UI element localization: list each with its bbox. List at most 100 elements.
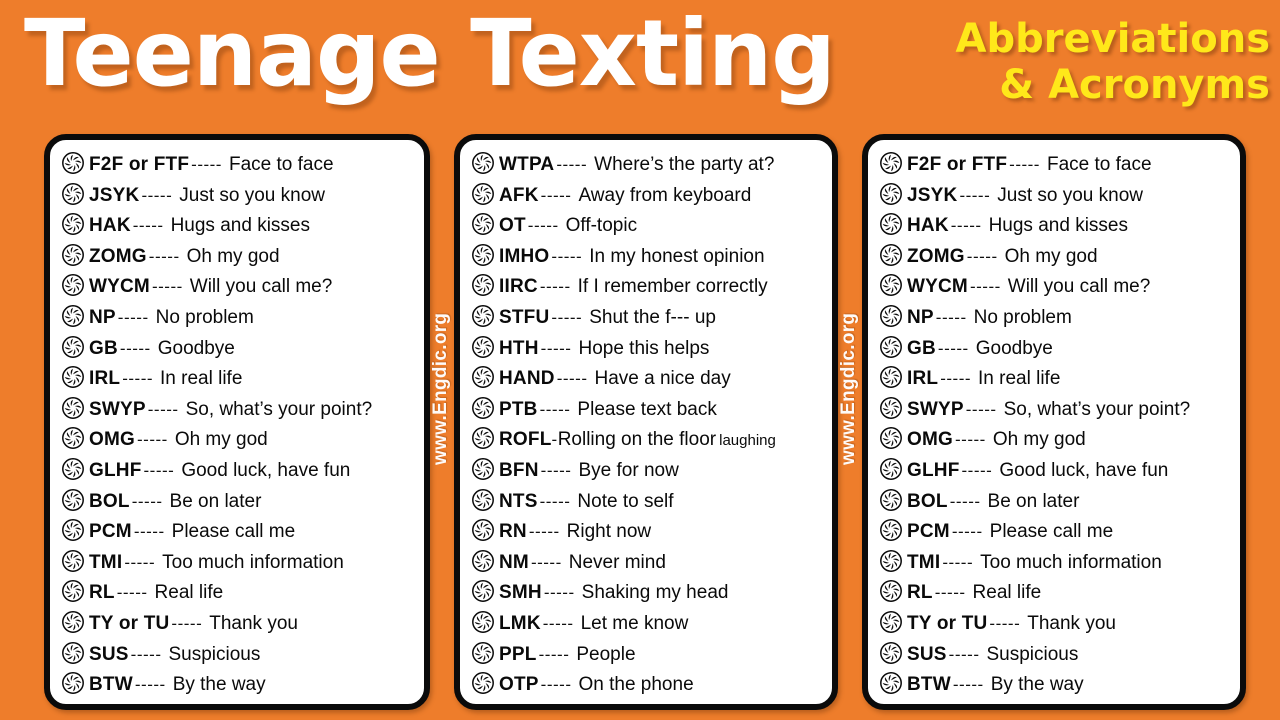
entry-meaning: Suspicious — [168, 643, 261, 665]
entry-separator: ----- — [540, 185, 572, 205]
entry-separator: ----- — [952, 675, 984, 695]
entry-separator: ----- — [116, 583, 148, 603]
entry-separator: ----- — [117, 307, 149, 327]
pinwheel-rosette-icon — [472, 549, 494, 572]
abbreviation-entry: TY or TU ----- Thank you — [880, 607, 1234, 638]
entry-abbreviation: OT — [499, 215, 526, 237]
entry-separator: ----- — [528, 522, 560, 542]
entry-separator: ----- — [143, 460, 175, 480]
entry-meaning: Be on later — [169, 490, 262, 512]
entry-abbreviation: OMG — [89, 429, 135, 451]
entry-meaning: So, what’s your point? — [185, 398, 373, 420]
entry-meaning: Too much information — [162, 551, 344, 573]
abbreviation-entry: PPL ----- People — [472, 638, 826, 669]
abbreviation-entry: ZOMG ----- Oh my god — [62, 240, 418, 271]
pinwheel-rosette-icon — [472, 396, 494, 419]
entry-abbreviation: BFN — [499, 459, 539, 481]
abbreviation-entry: AFK ----- Away from keyboard — [472, 179, 826, 210]
entry-abbreviation: JSYK — [89, 184, 140, 206]
entry-abbreviation: PPL — [499, 643, 537, 665]
entry-separator: ----- — [937, 338, 969, 358]
abbreviation-entry: JSYK ----- Just so you know — [880, 179, 1234, 210]
entry-separator: ----- — [556, 369, 588, 389]
pinwheel-rosette-icon — [472, 457, 494, 480]
pinwheel-rosette-icon — [472, 335, 494, 358]
entry-separator: ----- — [551, 307, 583, 327]
entry-meaning: In real life — [978, 368, 1061, 390]
abbreviation-entry: SUS ----- Suspicious — [880, 638, 1234, 669]
abbreviation-entry: NTS ----- Note to self — [472, 485, 826, 516]
entry-abbreviation: F2F or FTF — [89, 154, 190, 175]
entry-separator: ----- — [122, 369, 154, 389]
page-title: Teenage Texting — [24, 0, 836, 107]
entry-abbreviation: HTH — [499, 337, 539, 359]
entry-meaning: Hugs and kisses — [170, 215, 310, 237]
entry-meaning: Shut the f--- up — [589, 306, 716, 328]
entry-abbreviation: F2F or FTF — [907, 154, 1008, 175]
abbreviation-entry: IIRC ----- If I remember correctly — [472, 270, 826, 301]
entry-abbreviation: JSYK — [907, 184, 958, 206]
entry-abbreviation: STFU — [499, 306, 550, 328]
pinwheel-rosette-icon — [472, 213, 494, 236]
entry-abbreviation: PCM — [89, 521, 132, 543]
entry-separator: ----- — [540, 338, 572, 358]
entry-abbreviation: RL — [907, 582, 933, 604]
pinwheel-rosette-icon — [62, 274, 84, 297]
entry-meaning: Rolling on the floor — [557, 429, 717, 451]
abbreviation-columns: F2F or FTF ----- Face to face JSYK ----- Just… — [0, 134, 1280, 714]
abbreviation-entry: RL ----- Real life — [62, 576, 418, 607]
entry-abbreviation: NTS — [499, 490, 538, 512]
entry-abbreviation: SWYP — [89, 398, 146, 420]
abbreviation-entry: GLHF ----- Good luck, have fun — [880, 454, 1234, 485]
pinwheel-rosette-icon — [880, 243, 902, 266]
abbreviation-entry: BTW ----- By the way — [62, 668, 418, 699]
pinwheel-rosette-icon — [472, 610, 494, 633]
entry-abbreviation: BOL — [89, 490, 130, 512]
entry-meaning: Shaking my head — [581, 582, 729, 604]
entry-abbreviation: IIRC — [499, 276, 538, 298]
entry-separator: ----- — [538, 644, 570, 664]
abbreviation-entry: GLHF ----- Good luck, have fun — [62, 454, 418, 485]
entry-meaning: By the way — [990, 674, 1084, 696]
pinwheel-rosette-icon — [62, 305, 84, 327]
abbreviation-entry: NM ----- Never mind — [472, 546, 826, 577]
pinwheel-rosette-icon — [62, 610, 84, 633]
pinwheel-rosette-icon — [62, 580, 84, 603]
entry-meaning: In my honest opinion — [589, 245, 765, 267]
pinwheel-rosette-icon — [880, 366, 902, 389]
entry-separator: ----- — [942, 552, 974, 572]
entry-abbreviation: IMHO — [499, 245, 550, 267]
entry-abbreviation: HAND — [499, 368, 555, 390]
entry-separator: ----- — [171, 613, 203, 633]
pinwheel-rosette-icon — [880, 213, 902, 236]
abbreviation-entry: OT ----- Off-topic — [472, 209, 826, 240]
entry-meaning: Thank you — [1027, 612, 1116, 634]
entry-abbreviation: TMI — [907, 551, 941, 573]
pinwheel-rosette-icon — [472, 274, 494, 297]
entry-meaning: Bye for now — [578, 459, 679, 481]
abbreviation-entry: HAK ----- Hugs and kisses — [880, 209, 1234, 240]
pinwheel-rosette-icon — [472, 580, 494, 603]
abbreviation-entry: NP ----- No problem — [62, 301, 418, 332]
entry-separator: ----- — [148, 246, 180, 266]
entry-meaning: Never mind — [568, 551, 666, 573]
abbreviation-entry: HAND ----- Have a nice day — [472, 362, 826, 393]
pinwheel-rosette-icon — [880, 396, 902, 419]
entry-abbreviation: SMH — [499, 582, 542, 604]
subtitle-line-2: & Acronyms — [999, 62, 1270, 108]
abbreviation-entry: PCM ----- Please call me — [880, 515, 1234, 546]
entry-abbreviation: BOL — [907, 490, 948, 512]
abbreviation-entry: SMH ----- Shaking my head — [472, 576, 826, 607]
entry-separator: ----- — [539, 491, 571, 511]
pinwheel-rosette-icon — [880, 488, 902, 511]
entry-meaning: Please call me — [989, 521, 1114, 543]
abbreviation-entry: LMK ----- Let me know — [472, 607, 826, 638]
entry-meaning: Oh my god — [174, 429, 268, 451]
entry-meaning: Hope this helps — [578, 337, 710, 359]
entry-abbreviation: GLHF — [89, 459, 142, 481]
entry-separator: ----- — [955, 430, 986, 450]
entry-meaning: Just so you know — [179, 184, 325, 206]
abbreviation-entry: F2F or FTF ----- Face to face — [62, 148, 418, 179]
entry-abbreviation: HAK — [89, 215, 131, 237]
entry-abbreviation: BTW — [89, 674, 133, 696]
